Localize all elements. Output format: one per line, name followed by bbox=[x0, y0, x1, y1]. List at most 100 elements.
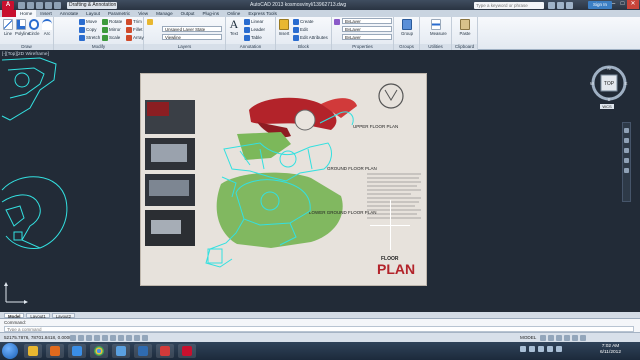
snap-icon[interactable] bbox=[70, 335, 76, 341]
insert-block-tool[interactable]: Insert bbox=[278, 19, 290, 36]
edit-block-button[interactable]: Edit bbox=[293, 26, 308, 33]
group-tool[interactable]: Group bbox=[401, 19, 413, 36]
layout-tab-layout1[interactable]: Layout1 bbox=[26, 312, 50, 319]
match-properties-button[interactable] bbox=[334, 18, 340, 25]
network-icon[interactable] bbox=[538, 346, 544, 352]
annotation-scale-icon[interactable] bbox=[548, 335, 554, 341]
new-icon[interactable] bbox=[18, 1, 25, 9]
ribbon-tab-annotate[interactable]: Annotate bbox=[56, 10, 82, 17]
start-button[interactable] bbox=[2, 343, 18, 359]
ribbon-tab-output[interactable]: Output bbox=[177, 10, 199, 17]
current-layer-dropdown[interactable]: Viewline bbox=[162, 34, 222, 40]
edit-attributes-button[interactable]: Edit Attributes bbox=[293, 34, 328, 41]
steering-wheel-icon[interactable] bbox=[624, 128, 629, 133]
layer-properties-button[interactable] bbox=[147, 18, 153, 25]
dyn-icon[interactable] bbox=[126, 335, 132, 341]
layer-state-dropdown[interactable]: Unsaved Layer State bbox=[162, 26, 222, 32]
rotate-button[interactable]: Rotate bbox=[102, 18, 122, 25]
drawing-canvas[interactable]: [-][Top][2D Wireframe] UPPER FLOOR PLAN … bbox=[0, 50, 640, 323]
grid-icon[interactable] bbox=[78, 335, 84, 341]
polyline-tool[interactable]: Polyline bbox=[15, 19, 30, 36]
viewcube-east[interactable]: E bbox=[624, 81, 627, 86]
ribbon-tab-insert[interactable]: Insert bbox=[36, 10, 56, 17]
ribbon-app-tab[interactable] bbox=[2, 10, 16, 17]
wcs-menu[interactable]: WCS bbox=[600, 104, 614, 109]
lineweight-dropdown[interactable]: ByLayer bbox=[342, 34, 392, 40]
clean-screen-icon[interactable] bbox=[580, 335, 586, 341]
viewcube-top-face[interactable]: TOP bbox=[604, 81, 615, 87]
viewcube-south[interactable]: S bbox=[607, 97, 610, 102]
tray-icon-2[interactable] bbox=[529, 346, 535, 352]
table-button[interactable]: Table bbox=[244, 34, 262, 41]
ribbon-tab-home[interactable]: Home bbox=[16, 10, 37, 17]
polar-icon[interactable] bbox=[94, 335, 100, 341]
taskbar-ie[interactable] bbox=[68, 344, 86, 358]
showmotion-icon[interactable] bbox=[624, 168, 629, 173]
application-menu-button[interactable]: A bbox=[2, 0, 14, 10]
copy-button[interactable]: Copy bbox=[79, 26, 97, 33]
otrack-icon[interactable] bbox=[110, 335, 116, 341]
move-button[interactable]: Move bbox=[79, 18, 97, 25]
orbit-icon[interactable] bbox=[624, 158, 629, 163]
model-space-button[interactable]: MODEL bbox=[520, 335, 536, 340]
viewcube-north[interactable]: N bbox=[607, 66, 610, 71]
system-clock[interactable]: 7:02 AM 6/11/2012 bbox=[600, 344, 621, 356]
leader-button[interactable]: Leader bbox=[244, 26, 265, 33]
power-icon[interactable] bbox=[556, 346, 562, 352]
redo-icon[interactable] bbox=[54, 1, 61, 9]
pan-icon[interactable] bbox=[624, 138, 629, 143]
isolate-icon[interactable] bbox=[572, 335, 578, 341]
quick-view-icon[interactable] bbox=[540, 335, 546, 341]
workspace-switch-icon[interactable] bbox=[556, 335, 562, 341]
zoom-icon[interactable] bbox=[624, 148, 629, 153]
open-icon[interactable] bbox=[27, 1, 34, 9]
taskbar-explorer[interactable] bbox=[24, 344, 42, 358]
close-button[interactable]: ✕ bbox=[627, 0, 639, 9]
line-tool[interactable]: Line bbox=[2, 19, 14, 36]
tray-icon-1[interactable] bbox=[520, 346, 526, 352]
trim-button[interactable]: Trim bbox=[126, 18, 142, 25]
layout-tab-layout2[interactable]: Layout2 bbox=[51, 312, 76, 319]
taskbar-chrome[interactable] bbox=[90, 344, 108, 358]
array-button[interactable]: Array bbox=[126, 34, 144, 41]
ortho-icon[interactable] bbox=[86, 335, 92, 341]
color-dropdown[interactable]: ByLayer bbox=[342, 18, 392, 24]
measure-tool[interactable]: Measure bbox=[430, 19, 447, 36]
arc-tool[interactable]: Arc bbox=[41, 19, 53, 36]
ducs-icon[interactable] bbox=[118, 335, 124, 341]
viewcube[interactable]: TOP N S E W bbox=[590, 64, 628, 102]
workspace-dropdown[interactable]: Drafting & Annotation bbox=[67, 1, 117, 9]
undo-icon[interactable] bbox=[45, 1, 52, 9]
subscription-icon[interactable] bbox=[557, 2, 564, 9]
taskbar-autocad[interactable] bbox=[178, 344, 196, 358]
help-icon[interactable] bbox=[566, 2, 573, 9]
lock-icon[interactable] bbox=[564, 335, 570, 341]
fillet-button[interactable]: Fillet bbox=[126, 26, 143, 33]
taskbar-app-2[interactable] bbox=[134, 344, 152, 358]
taskbar-app[interactable] bbox=[112, 344, 130, 358]
lineweight-icon[interactable] bbox=[134, 335, 140, 341]
minimize-button[interactable]: – bbox=[609, 0, 618, 9]
ribbon-tab-online[interactable]: Online bbox=[223, 10, 244, 17]
ribbon-tab-view[interactable]: View bbox=[134, 10, 152, 17]
transparency-icon[interactable] bbox=[142, 335, 148, 341]
save-icon[interactable] bbox=[36, 1, 43, 9]
taskbar-media[interactable] bbox=[46, 344, 64, 358]
osnap-icon[interactable] bbox=[102, 335, 108, 341]
circle-tool[interactable]: Circle bbox=[28, 19, 40, 36]
ribbon-tab-plug-ins[interactable]: Plug-ins bbox=[198, 10, 223, 17]
maximize-button[interactable]: □ bbox=[618, 0, 627, 9]
layout-tab-model[interactable]: Model bbox=[4, 312, 25, 319]
volume-icon[interactable] bbox=[547, 346, 553, 352]
stretch-button[interactable]: Stretch bbox=[79, 34, 100, 41]
mirror-button[interactable]: Mirror bbox=[102, 26, 121, 33]
ribbon-tab-manage[interactable]: Manage bbox=[152, 10, 177, 17]
create-block-button[interactable]: Create bbox=[293, 18, 314, 25]
taskbar-recorder[interactable] bbox=[156, 344, 174, 358]
ribbon-tab-layout[interactable]: Layout bbox=[82, 10, 104, 17]
ribbon-tab-express-tools[interactable]: Express Tools bbox=[244, 10, 281, 17]
ribbon-tab-parametric[interactable]: Parametric bbox=[104, 10, 134, 17]
search-input[interactable]: Type a keyword or phrase bbox=[474, 2, 544, 9]
paste-tool[interactable]: Paste bbox=[459, 19, 471, 36]
text-tool[interactable]: A Text bbox=[228, 18, 240, 36]
